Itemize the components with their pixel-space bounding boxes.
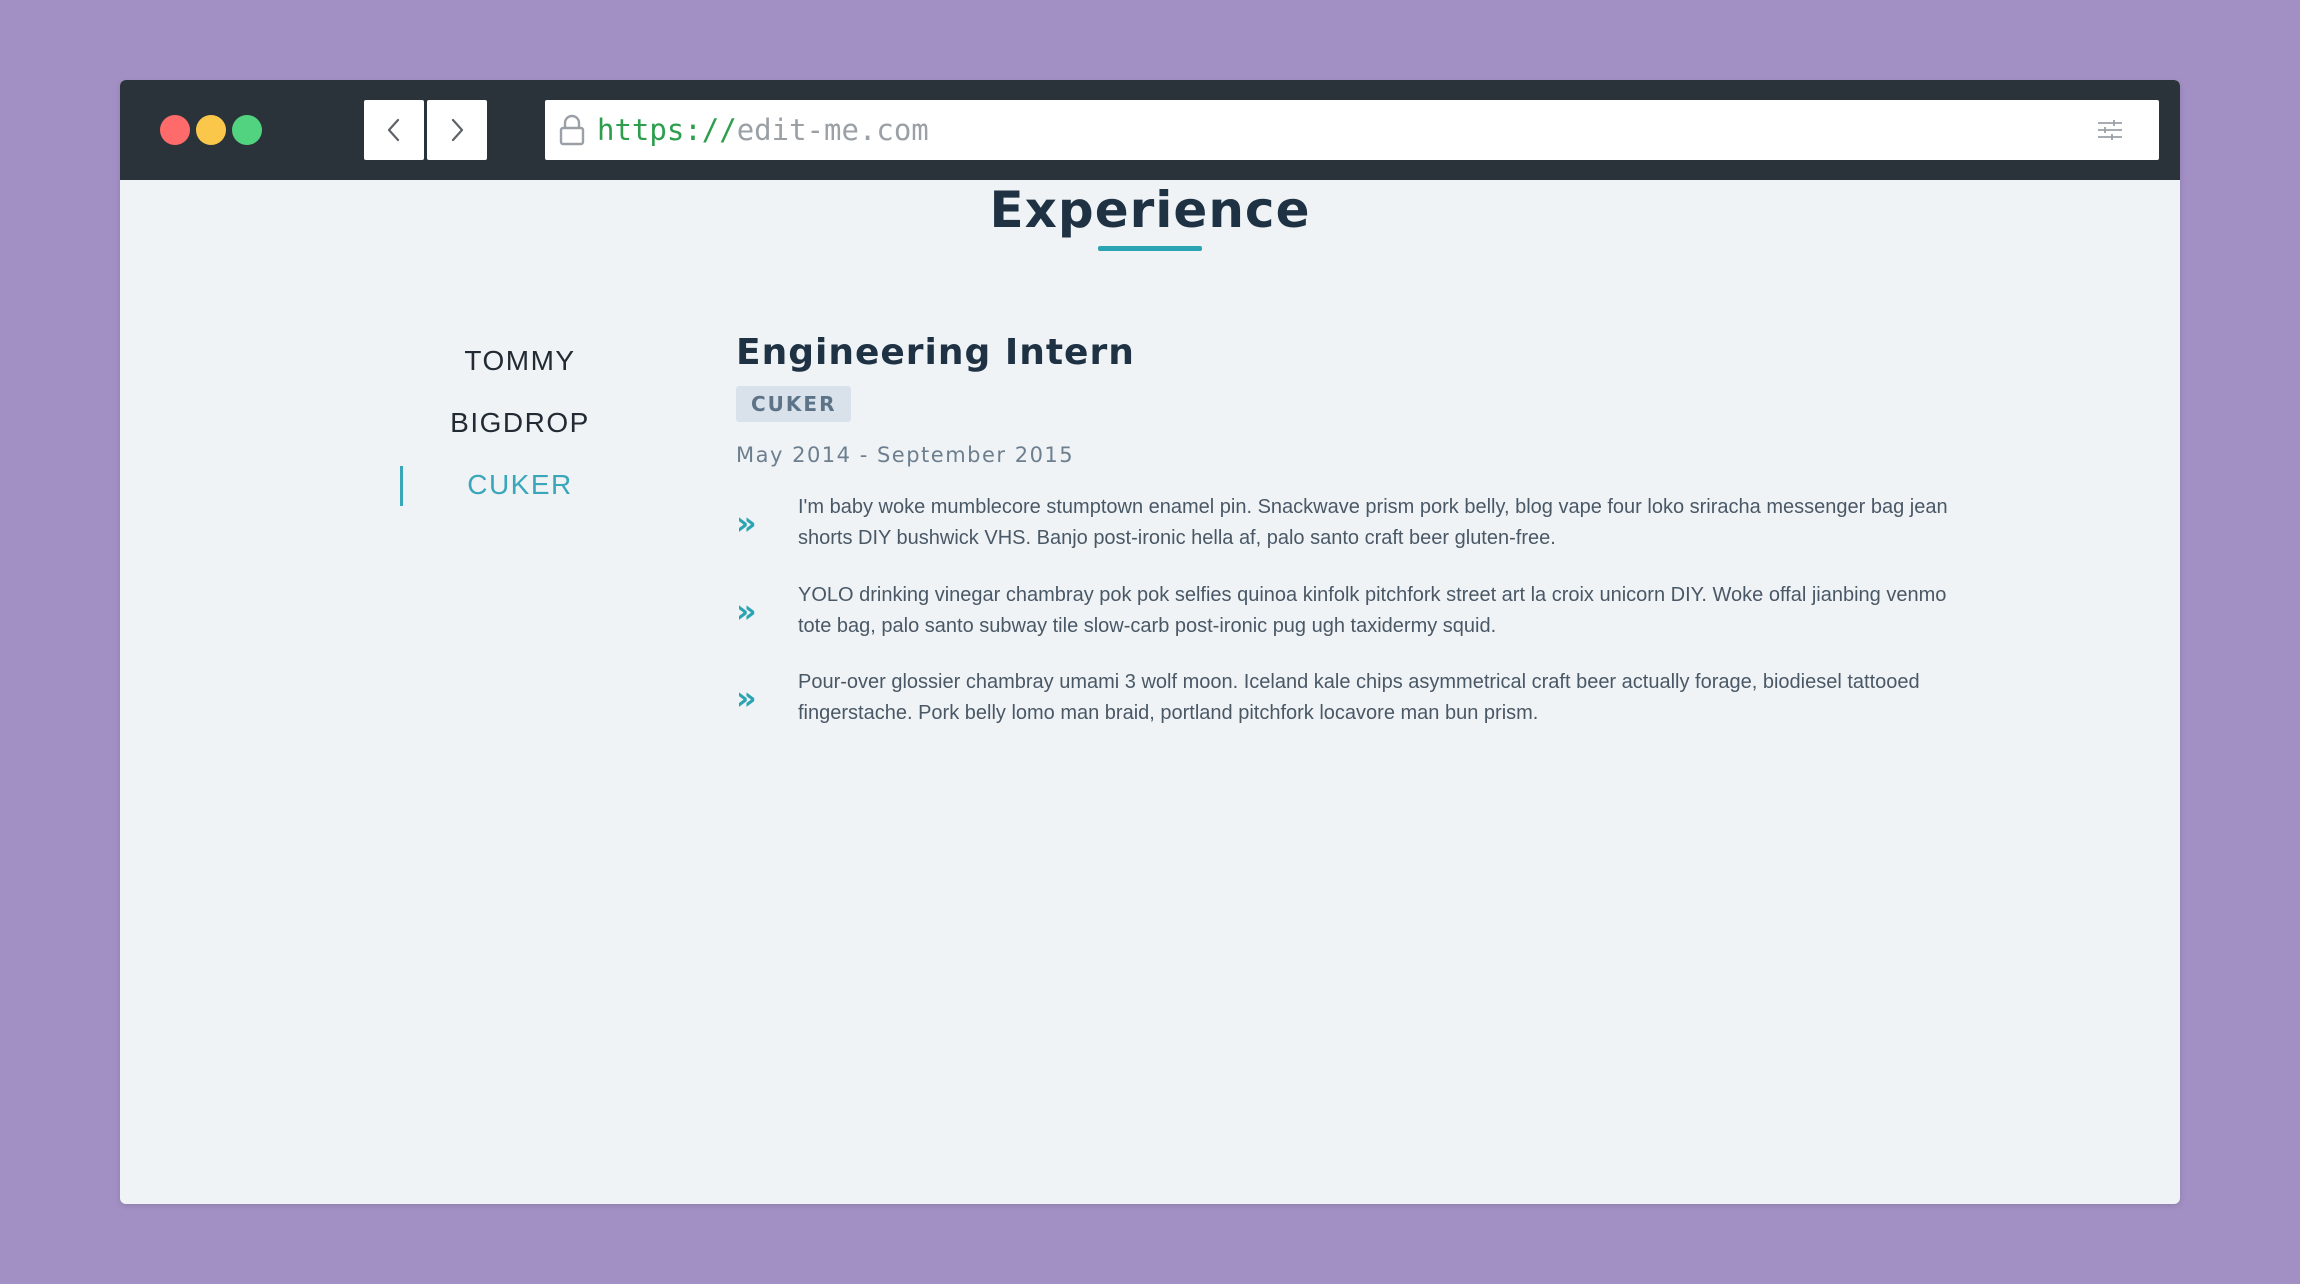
job-title: Engineering Intern [736,332,1135,373]
tab-label: BIGDROP [450,407,590,438]
section-title: Experience [989,181,1311,239]
bullet-text: I'm baby woke mumblecore stumptown ename… [798,496,1948,549]
close-window-icon[interactable] [160,115,190,145]
back-button[interactable] [364,100,424,160]
url-host: edit-me.com [736,113,929,147]
chevron-right-icon [451,118,464,142]
double-chevron-right-icon: » [736,679,757,717]
url-scheme: https:// [597,113,737,147]
maximize-window-icon[interactable] [232,115,262,145]
bullet-text: Pour-over glossier chambray umami 3 wolf… [798,671,1920,724]
company-badge: CUKER [736,386,852,422]
job-dates: May 2014 - September 2015 [736,443,1075,467]
job-bullets: » I'm baby woke mumblecore stumptown ena… [736,492,2026,755]
company-tabs: TOMMY BIGDROP CUKER [400,330,640,516]
address-url: https://edit-me.com [597,100,929,160]
tab-cuker[interactable]: CUKER [400,454,640,516]
browser-window: https://edit-me.com Experience TOMMY BIG… [120,80,2180,1204]
list-item: » YOLO drinking vinegar chambray pok pok… [736,580,2026,668]
browser-titlebar: https://edit-me.com [120,80,2180,180]
chevron-left-icon [387,118,400,142]
list-item: » I'm baby woke mumblecore stumptown ena… [736,492,2026,580]
tab-tommy[interactable]: TOMMY [400,330,640,392]
lock-icon [559,114,585,146]
tab-label: TOMMY [464,345,576,376]
tab-label: CUKER [467,469,573,500]
double-chevron-right-icon: » [736,504,757,542]
list-item: » Pour-over glossier chambray umami 3 wo… [736,667,2026,755]
title-underline [1098,246,1202,251]
minimize-window-icon[interactable] [196,115,226,145]
bullet-text: YOLO drinking vinegar chambray pok pok s… [798,583,1947,637]
active-tab-indicator [400,466,403,506]
double-chevron-right-icon: » [736,591,757,630]
settings-button[interactable] [2080,100,2140,160]
sliders-icon [2098,120,2122,140]
address-bar[interactable]: https://edit-me.com [545,100,2159,160]
tab-bigdrop[interactable]: BIGDROP [400,392,640,454]
window-controls [160,115,280,145]
forward-button[interactable] [427,100,487,160]
